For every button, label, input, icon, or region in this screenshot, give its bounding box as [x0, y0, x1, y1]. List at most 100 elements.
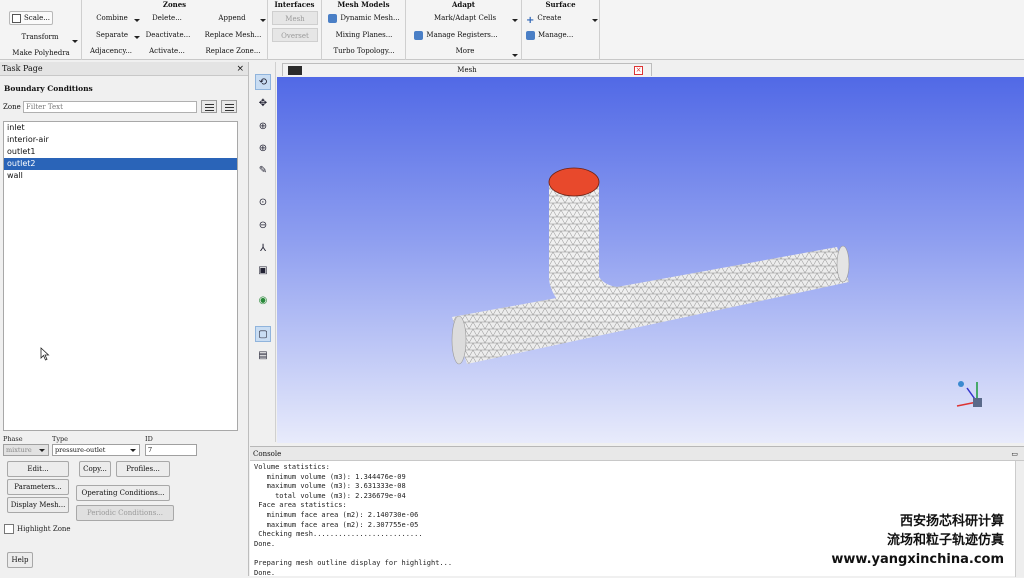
delete-label: Delete...	[152, 14, 182, 22]
list-options-button[interactable]	[221, 100, 237, 113]
close-icon[interactable]: ×	[236, 62, 244, 76]
probe-icon[interactable]: ✎	[255, 163, 271, 179]
scale-button[interactable]: Scale...	[9, 11, 53, 25]
overset-button[interactable]: Overset	[272, 28, 318, 42]
rotate-icon[interactable]: ⟲	[255, 74, 271, 90]
combine-button[interactable]: Combine	[86, 11, 140, 25]
list-item[interactable]: outlet1	[4, 146, 237, 158]
inlet-face	[548, 167, 600, 197]
zone-filter-input[interactable]: Filter Text	[23, 101, 197, 113]
ribbon-group-mesh-models: Mesh Models Dynamic Mesh... Mixing Plane…	[322, 0, 406, 60]
chevron-down-icon	[512, 54, 518, 57]
console-output[interactable]: Volume statistics: minimum volume (m3): …	[254, 463, 452, 578]
dynamic-mesh-button[interactable]: Dynamic Mesh...	[324, 11, 404, 25]
chevron-down-icon	[39, 449, 45, 452]
console-title: Console	[253, 450, 282, 458]
combine-label: Combine	[96, 14, 128, 22]
parameters-button[interactable]: Parameters...	[7, 479, 69, 495]
plus-icon: +	[526, 14, 535, 26]
console-header: Console ▭	[250, 447, 1024, 461]
ribbon-group-mesh: Scale... Transform Make Polyhedra	[0, 0, 82, 60]
delete-button[interactable]: Delete...	[142, 11, 192, 25]
graphics-toolbar: ⟲ ✥ ⊕ ⊕ ✎ ⊙ ⊖ ⅄ ▣ ◉ ▢ ▤	[250, 62, 276, 442]
tab-mesh[interactable]: Mesh ×	[282, 63, 652, 76]
zoom-out-icon[interactable]: ⊖	[255, 218, 271, 234]
turbo-topology-button[interactable]: Turbo Topology...	[324, 44, 404, 58]
horizontal-pipe	[451, 245, 850, 365]
zone-list[interactable]: inlet interior-air outlet1 outlet2 wall	[3, 121, 238, 431]
list-item[interactable]: outlet2	[4, 158, 237, 170]
manage-registers-label: Manage Registers...	[426, 31, 498, 39]
filter-options-button[interactable]	[201, 100, 217, 113]
adapt-more-button[interactable]: More	[412, 44, 518, 58]
axes-icon[interactable]: ⅄	[255, 241, 271, 257]
separate-button[interactable]: Separate	[86, 28, 140, 42]
watermark-line-1: 西安扬芯科研计算	[899, 514, 1004, 529]
list-item[interactable]: interior-air	[4, 134, 237, 146]
deactivate-button[interactable]: Deactivate...	[140, 28, 196, 42]
surface-manage-button[interactable]: Manage...	[526, 28, 586, 42]
fit-icon[interactable]: ⊙	[255, 195, 271, 211]
chevron-down-icon	[512, 19, 518, 22]
separate-label: Separate	[95, 31, 129, 39]
type-value: pressure-outlet	[55, 446, 106, 454]
pan-icon[interactable]: ✥	[255, 96, 271, 112]
snapshot-icon[interactable]: ▣	[255, 263, 271, 279]
interface-mesh-label: Mesh	[285, 15, 305, 23]
ribbon-group-zones: Zones Combine Separate Adjacency... Dele…	[82, 0, 268, 60]
task-page-header: Task Page ×	[0, 62, 248, 76]
zoom-in-icon[interactable]: ⊕	[255, 119, 271, 135]
transform-button[interactable]: Transform	[4, 30, 78, 44]
watermark: 西安扬芯科研计算 流场和粒子轨迹仿真 www.yangxinchina.com	[831, 512, 1004, 569]
manage-registers-button[interactable]: Manage Registers...	[410, 28, 502, 42]
profiles-button[interactable]: Profiles...	[116, 461, 170, 477]
chevron-down-icon	[592, 19, 598, 22]
watermark-url: www.yangxinchina.com	[831, 552, 1004, 567]
operating-conditions-button[interactable]: Operating Conditions...	[76, 485, 170, 501]
console-scrollbar[interactable]	[1015, 461, 1024, 577]
periodic-conditions-button[interactable]: Periodic Conditions...	[76, 505, 174, 521]
graphics-viewport[interactable]	[277, 77, 1024, 443]
close-icon[interactable]: ×	[634, 66, 643, 75]
task-page-title: Task Page	[2, 64, 43, 73]
single-view-icon[interactable]: ▢	[255, 326, 271, 342]
display-mesh-button[interactable]: Display Mesh...	[7, 497, 69, 513]
page-title: Boundary Conditions	[4, 84, 93, 93]
make-polyhedra-button[interactable]: Make Polyhedra	[4, 46, 78, 60]
vertical-pipe	[548, 167, 637, 322]
copy-button[interactable]: Copy...	[79, 461, 111, 477]
list-item[interactable]: inlet	[4, 122, 237, 134]
maximize-icon[interactable]: ▭	[1011, 447, 1018, 461]
edit-button[interactable]: Edit...	[7, 461, 69, 477]
activate-label: Activate...	[149, 47, 185, 55]
multi-view-icon[interactable]: ▤	[255, 348, 271, 364]
interface-mesh-button[interactable]: Mesh	[272, 11, 318, 25]
mixing-planes-button[interactable]: Mixing Planes...	[324, 28, 404, 42]
replace-zone-button[interactable]: Replace Zone...	[200, 44, 266, 58]
registers-icon	[414, 30, 424, 40]
dynamic-mesh-label: Dynamic Mesh...	[340, 14, 400, 22]
type-label: Type	[52, 435, 69, 443]
adjacency-button[interactable]: Adjacency...	[86, 44, 136, 58]
filter-options-icon	[205, 104, 214, 105]
replace-mesh-label: Replace Mesh...	[204, 31, 262, 39]
zoom-box-icon[interactable]: ⊕	[255, 141, 271, 157]
mark-adapt-cells-button[interactable]: Mark/Adapt Cells	[412, 11, 518, 25]
scale-label: Scale...	[24, 14, 50, 22]
type-select[interactable]: pressure-outlet	[52, 444, 140, 456]
append-button[interactable]: Append	[200, 11, 266, 25]
dynamic-mesh-icon	[328, 13, 338, 23]
surface-manage-label: Manage...	[538, 31, 574, 39]
ribbon-group-adapt: Adapt Mark/Adapt Cells Manage Registers.…	[406, 0, 522, 60]
id-field[interactable]: 7	[145, 444, 197, 456]
list-item[interactable]: wall	[4, 170, 237, 182]
adjacency-label: Adjacency...	[89, 47, 133, 55]
phase-select[interactable]: mixture	[3, 444, 49, 456]
help-button[interactable]: Help	[7, 552, 33, 568]
activate-button[interactable]: Activate...	[142, 44, 192, 58]
view-options-icon[interactable]: ◉	[255, 293, 271, 309]
surface-create-button[interactable]: + Create	[526, 11, 598, 26]
replace-mesh-button[interactable]: Replace Mesh...	[200, 28, 266, 42]
highlight-zone-checkbox[interactable]	[4, 524, 14, 534]
append-label: Append	[218, 14, 246, 22]
